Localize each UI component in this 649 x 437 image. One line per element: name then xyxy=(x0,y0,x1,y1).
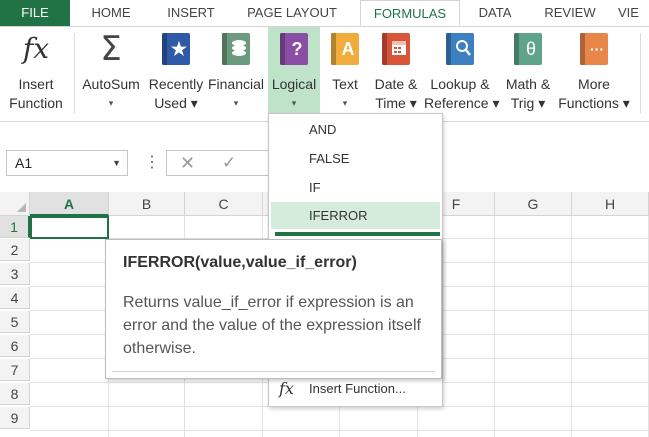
logical-caret: ▾ xyxy=(291,98,297,108)
more-book-icon: ··· xyxy=(579,33,609,65)
gridline xyxy=(30,430,649,431)
recently-used-label-2: Used ▾ xyxy=(154,95,198,111)
select-all-button[interactable] xyxy=(0,192,30,216)
row-header-5[interactable]: 5 xyxy=(0,311,30,333)
financial-caret: ▾ xyxy=(233,98,239,108)
tooltip-title: IFERROR(value,value_if_error) xyxy=(123,254,357,271)
insert-function-label-2: Function xyxy=(9,95,63,111)
tab-view[interactable]: VIE xyxy=(618,0,649,26)
insert-function-button[interactable]: fx Insert Function xyxy=(2,27,70,119)
column-header-h[interactable]: H xyxy=(572,192,649,216)
star-book-icon: ★ xyxy=(161,33,191,65)
autosum-caret: ▾ xyxy=(108,98,114,108)
text-caret: ▾ xyxy=(342,98,348,108)
tab-insert[interactable]: INSERT xyxy=(156,0,226,26)
logical-button[interactable]: ? Logical ▾ xyxy=(268,27,320,119)
theta-book-icon: θ xyxy=(513,33,543,65)
row-header-8[interactable]: 8 xyxy=(0,383,30,405)
calendar-book-icon xyxy=(381,33,411,65)
ribbon-separator xyxy=(74,33,75,113)
more-options-icon[interactable]: ⋮ xyxy=(144,152,160,172)
recently-used-button[interactable]: ★ Recently Used ▾ xyxy=(146,27,206,119)
tab-file[interactable]: FILE xyxy=(0,0,70,26)
lookup-reference-label-2: Reference ▾ xyxy=(424,95,500,111)
menu-item-partial xyxy=(275,232,440,236)
menu-item-false[interactable]: FALSE xyxy=(271,145,440,172)
gridline xyxy=(494,216,495,437)
menu-item-if[interactable]: IF xyxy=(271,174,440,201)
insert-function-label-1: Insert xyxy=(18,76,54,92)
tab-page-layout[interactable]: PAGE LAYOUT xyxy=(236,0,348,26)
fx-icon: fx xyxy=(279,379,294,398)
text-button[interactable]: A Text ▾ xyxy=(322,27,368,119)
ribbon-tab-bar: FILE HOME INSERT PAGE LAYOUT FORMULAS DA… xyxy=(0,0,649,27)
math-trig-button[interactable]: θ Math & Trig ▾ xyxy=(498,27,558,119)
formulas-ribbon: fx Insert Function Σ AutoSum ▾ ★ Recentl… xyxy=(0,27,649,122)
menu-item-and[interactable]: AND xyxy=(271,116,440,143)
function-tooltip: IFERROR(value,value_if_error) Returns va… xyxy=(105,239,442,379)
tab-formulas[interactable]: FORMULAS xyxy=(360,0,460,26)
row-header-3[interactable]: 3 xyxy=(0,263,30,285)
autosum-label: AutoSum xyxy=(82,76,140,92)
autosum-button[interactable]: Σ AutoSum ▾ xyxy=(78,27,144,119)
tab-data[interactable]: DATA xyxy=(466,0,524,26)
name-box[interactable]: A1 ▼ xyxy=(6,150,128,176)
column-header-c[interactable]: C xyxy=(185,192,263,216)
tab-home[interactable]: HOME xyxy=(78,0,144,26)
row-header-1[interactable]: 1 xyxy=(0,216,30,238)
chevron-down-icon[interactable]: ▼ xyxy=(112,151,121,175)
math-trig-label-2: Trig ▾ xyxy=(510,95,546,111)
column-header-a[interactable]: A xyxy=(30,192,109,216)
financial-button[interactable]: Financial ▾ xyxy=(206,27,266,119)
sigma-icon: Σ xyxy=(100,29,122,69)
row-header-2[interactable]: 2 xyxy=(0,239,30,261)
menu-insert-function[interactable]: fx Insert Function... xyxy=(271,376,440,402)
date-time-button[interactable]: Date & Time ▾ xyxy=(370,27,422,119)
more-functions-button[interactable]: ··· More Functions ▾ xyxy=(558,27,630,119)
name-box-value: A1 xyxy=(15,155,33,171)
lookup-reference-label-1: Lookup & xyxy=(430,76,490,92)
tooltip-description: Returns value_if_error if expression is … xyxy=(123,294,421,357)
date-time-label-2: Time ▾ xyxy=(375,95,417,111)
menu-insert-function-label: Insert Function... xyxy=(309,381,406,396)
fx-icon: fx xyxy=(22,32,50,65)
tooltip-divider xyxy=(112,371,435,372)
question-book-icon: ? xyxy=(279,33,309,65)
date-time-label-1: Date & xyxy=(374,76,418,92)
tab-review[interactable]: REVIEW xyxy=(534,0,606,26)
more-functions-label-2: Functions ▾ xyxy=(558,95,630,111)
logical-label: Logical xyxy=(271,76,317,92)
row-header-6[interactable]: 6 xyxy=(0,335,30,357)
text-label: Text xyxy=(332,76,358,92)
math-trig-label-1: Math & xyxy=(505,76,551,92)
coins-book-icon xyxy=(221,33,251,65)
lookup-reference-button[interactable]: Lookup & Reference ▾ xyxy=(424,27,500,119)
row-header-7[interactable]: 7 xyxy=(0,359,30,381)
row-header-4[interactable]: 4 xyxy=(0,287,30,309)
active-cell-a1[interactable] xyxy=(30,216,109,239)
more-functions-label-1: More xyxy=(578,76,610,92)
text-book-icon: A xyxy=(330,33,360,65)
gridline xyxy=(571,216,572,437)
menu-item-iferror[interactable]: IFERROR xyxy=(271,202,440,229)
financial-label: Financial xyxy=(207,76,265,92)
row-header-9[interactable]: 9 xyxy=(0,407,30,429)
column-header-b[interactable]: B xyxy=(109,192,185,216)
column-header-g[interactable]: G xyxy=(495,192,572,216)
cancel-icon[interactable]: ✕ xyxy=(180,153,195,174)
ribbon-separator xyxy=(640,33,641,113)
magnifier-book-icon xyxy=(445,33,475,65)
enter-icon[interactable]: ✓ xyxy=(222,153,236,173)
recently-used-label-1: Recently xyxy=(148,76,204,92)
